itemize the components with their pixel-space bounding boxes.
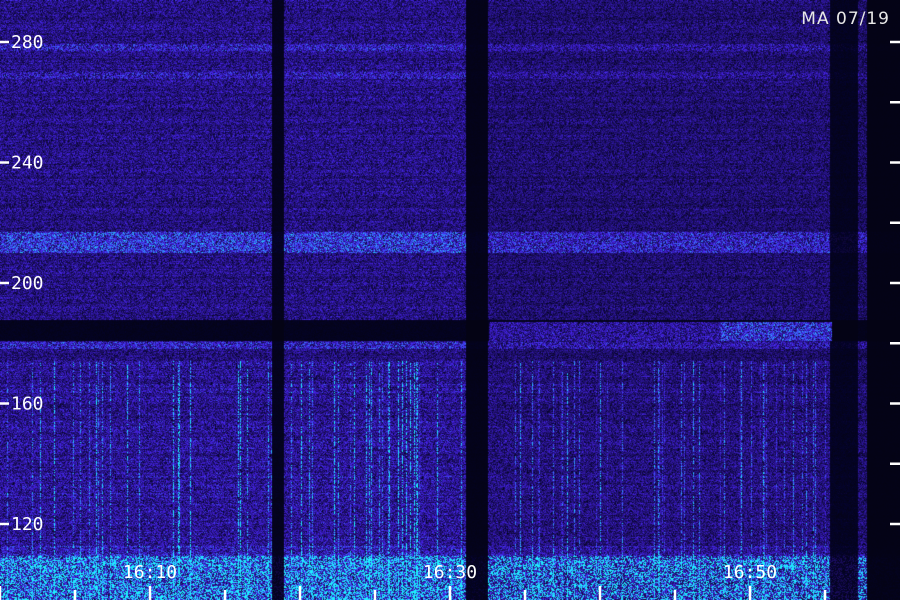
x-axis: 16:10 16:30 16:50 <box>0 562 827 600</box>
spectrogram-panel: 280 240 200 160 120 16:10 16:30 16:50 MA 07/19 <box>0 0 900 600</box>
y-tick-label: 240 <box>11 153 44 174</box>
spectrogram-axes: 280 240 200 160 120 16:10 16:30 16:50 MA 07/19 <box>0 9 900 600</box>
y-tick-label: 280 <box>11 32 44 53</box>
x-tick-label: 16:10 <box>123 562 177 583</box>
y-tick-label: 200 <box>11 273 44 294</box>
y-tick-label: 120 <box>11 514 44 535</box>
x-tick-label: 16:30 <box>423 562 477 583</box>
y-axis-right <box>890 40 900 526</box>
y-axis-left: 280 240 200 160 120 <box>0 32 44 535</box>
date-stamp: MA 07/19 <box>801 9 890 29</box>
x-tick-label: 16:50 <box>723 562 777 583</box>
y-tick-label: 160 <box>11 394 44 415</box>
